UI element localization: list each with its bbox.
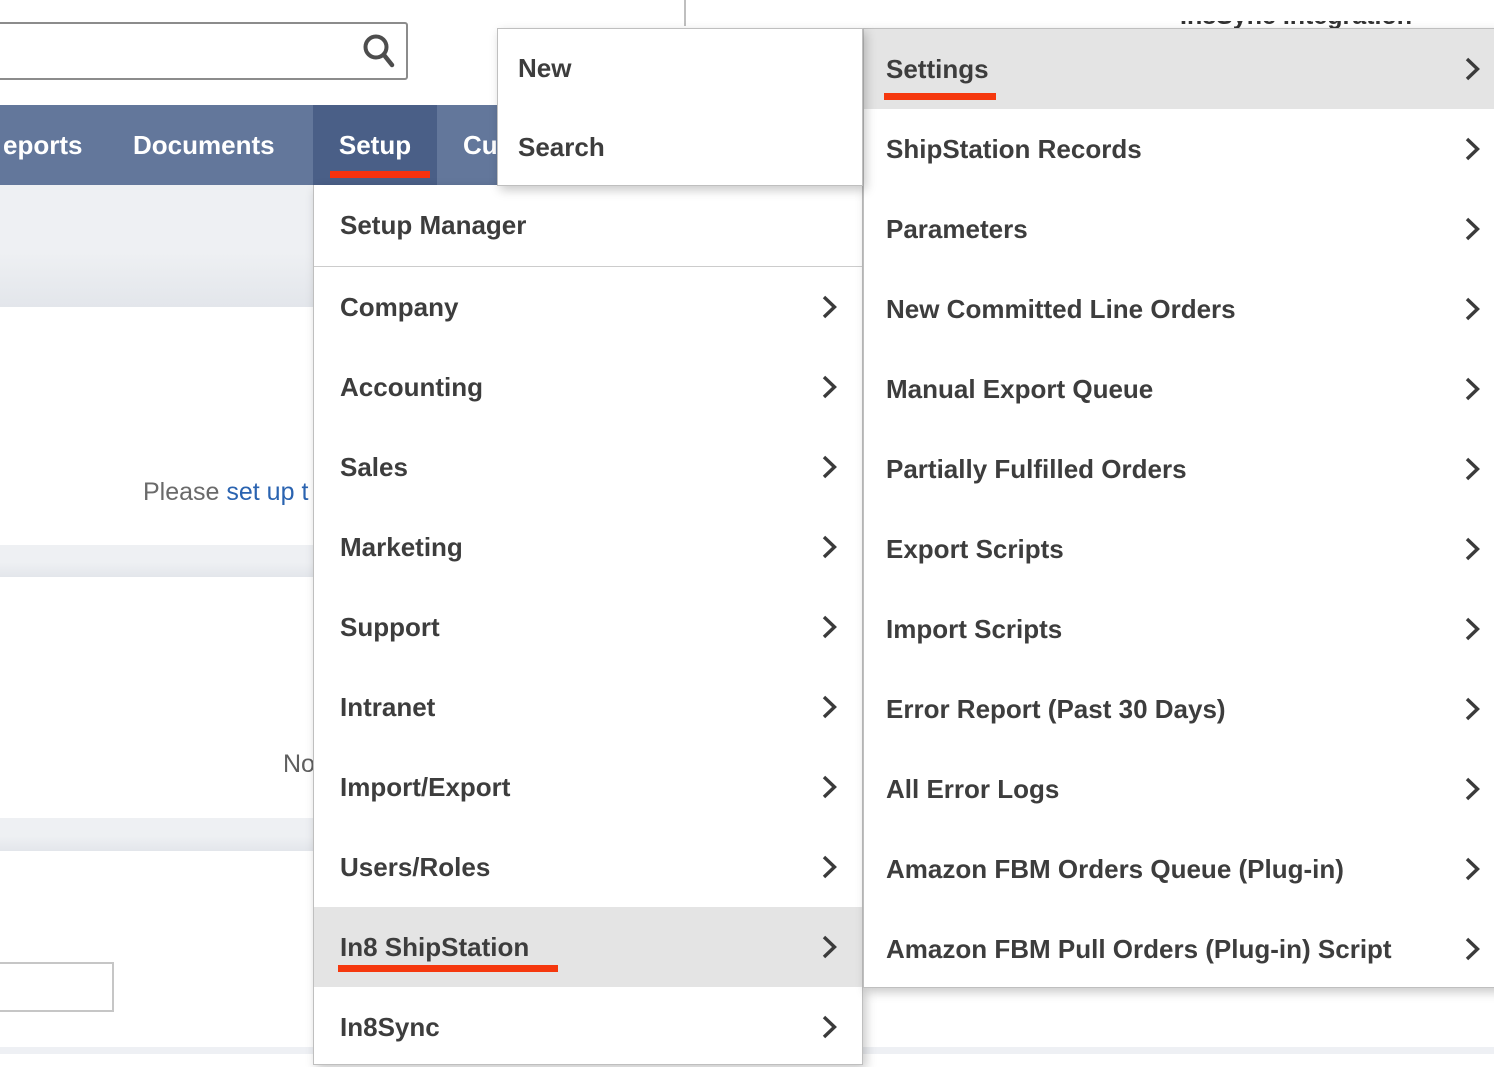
search-input[interactable] [0, 24, 358, 78]
menu-item-intranet[interactable]: Intranet [314, 667, 862, 747]
chevron-right-icon [821, 455, 838, 480]
menu-item-amazon-fbm-pull-orders-script[interactable]: Amazon FBM Pull Orders (Plug-in) Script [864, 909, 1494, 989]
chevron-right-icon [1464, 617, 1481, 642]
page-title-partial: In8Sync Integration [1180, 21, 1480, 28]
setup-dropdown-menu: Setup Manager Company Accounting Sales M… [313, 185, 863, 1065]
chevron-right-icon [821, 375, 838, 400]
menu-item-sales[interactable]: Sales [314, 427, 862, 507]
menu-item-import-scripts[interactable]: Import Scripts [864, 589, 1494, 669]
menu-item-export-scripts[interactable]: Export Scripts [864, 509, 1494, 589]
nav-tab-setup-label: Setup [339, 130, 411, 160]
menu-item-label: Sales [340, 452, 408, 483]
chevron-right-icon [1464, 697, 1481, 722]
menu-item-all-error-logs[interactable]: All Error Logs [864, 749, 1494, 829]
chevron-right-icon [821, 855, 838, 880]
chevron-right-icon [821, 295, 838, 320]
menu-item-amazon-fbm-orders-queue[interactable]: Amazon FBM Orders Queue (Plug-in) [864, 829, 1494, 909]
chevron-right-icon [1464, 937, 1481, 962]
menu-item-label: Users/Roles [340, 852, 490, 883]
bottom-left-field[interactable] [0, 962, 114, 1012]
chevron-right-icon [821, 935, 838, 960]
menu-item-in8sync[interactable]: In8Sync [314, 987, 862, 1067]
menu-item-marketing[interactable]: Marketing [314, 507, 862, 587]
menu-item-label: Search [518, 132, 605, 163]
menu-item-label: Company [340, 292, 458, 323]
menu-item-label: Settings [886, 54, 989, 85]
menu-item-label: All Error Logs [886, 774, 1059, 805]
nav-tab-documents[interactable]: Documents [133, 105, 275, 185]
menu-item-manual-export-queue[interactable]: Manual Export Queue [864, 349, 1494, 429]
chevron-right-icon [821, 615, 838, 640]
nav-tab-customers[interactable]: Cu [463, 105, 498, 185]
menu-item-new-committed-line-orders[interactable]: New Committed Line Orders [864, 269, 1494, 349]
menu-item-label: In8 ShipStation [340, 932, 529, 963]
menu-item-users-roles[interactable]: Users/Roles [314, 827, 862, 907]
menu-item-company[interactable]: Company [314, 267, 862, 347]
menu-item-new[interactable]: New [498, 29, 862, 108]
menu-item-label: Export Scripts [886, 534, 1064, 565]
chevron-right-icon [1464, 777, 1481, 802]
hover-underline [338, 965, 558, 972]
menu-item-label: ShipStation Records [886, 134, 1142, 165]
menu-item-label: New [518, 53, 571, 84]
menu-item-label: Setup Manager [340, 210, 526, 241]
menu-item-import-export[interactable]: Import/Export [314, 747, 862, 827]
chevron-right-icon [821, 535, 838, 560]
menu-item-in8-shipstation[interactable]: In8 ShipStation [314, 907, 862, 987]
chevron-right-icon [1464, 857, 1481, 882]
chevron-right-icon [1464, 297, 1481, 322]
set-up-link[interactable]: set up t [226, 478, 308, 506]
chevron-right-icon [821, 1015, 838, 1040]
menu-item-label: Amazon FBM Pull Orders (Plug-in) Script [886, 934, 1392, 965]
menu-item-label: Accounting [340, 372, 483, 403]
notice-text: Please [143, 478, 226, 506]
nav-tab-setup[interactable]: Setup [313, 105, 437, 185]
menu-item-label: Import Scripts [886, 614, 1062, 645]
chevron-right-icon [1464, 457, 1481, 482]
menu-item-label: Intranet [340, 692, 435, 723]
chevron-right-icon [1464, 57, 1481, 82]
menu-item-label: Marketing [340, 532, 463, 563]
menu-item-shipstation-records[interactable]: ShipStation Records [864, 109, 1494, 189]
search-icon[interactable] [358, 29, 398, 73]
menu-item-label: Error Report (Past 30 Days) [886, 694, 1226, 725]
menu-item-label: Amazon FBM Orders Queue (Plug-in) [886, 854, 1344, 885]
menu-item-label: New Committed Line Orders [886, 294, 1236, 325]
menu-item-partially-fulfilled-orders[interactable]: Partially Fulfilled Orders [864, 429, 1494, 509]
chevron-right-icon [821, 695, 838, 720]
menu-item-label: Manual Export Queue [886, 374, 1153, 405]
shipstation-submenu: Settings ShipStation Records Parameters … [863, 28, 1494, 988]
action-menu: New Search [497, 28, 863, 186]
menu-item-label: Import/Export [340, 772, 510, 803]
active-tab-underline [330, 171, 430, 178]
menu-item-search[interactable]: Search [498, 108, 862, 187]
menu-item-accounting[interactable]: Accounting [314, 347, 862, 427]
chevron-right-icon [1464, 217, 1481, 242]
chevron-right-icon [1464, 137, 1481, 162]
nav-tab-reports[interactable]: eports [3, 105, 82, 185]
menu-item-label: Parameters [886, 214, 1028, 245]
menu-item-setup-manager[interactable]: Setup Manager [314, 185, 862, 267]
chevron-right-icon [821, 775, 838, 800]
chevron-right-icon [1464, 377, 1481, 402]
menu-item-label: Partially Fulfilled Orders [886, 454, 1187, 485]
hover-underline [884, 93, 996, 100]
menu-item-support[interactable]: Support [314, 587, 862, 667]
no-records-text-partial: No [283, 750, 315, 779]
chevron-right-icon [1464, 537, 1481, 562]
menu-item-settings[interactable]: Settings [864, 29, 1494, 109]
setup-notice: Please set up t [143, 478, 308, 507]
menu-item-error-report[interactable]: Error Report (Past 30 Days) [864, 669, 1494, 749]
header-divider [684, 0, 686, 26]
menu-item-label: Support [340, 612, 440, 643]
global-search-box [0, 22, 408, 80]
menu-item-label: In8Sync [340, 1012, 440, 1043]
menu-item-parameters[interactable]: Parameters [864, 189, 1494, 269]
